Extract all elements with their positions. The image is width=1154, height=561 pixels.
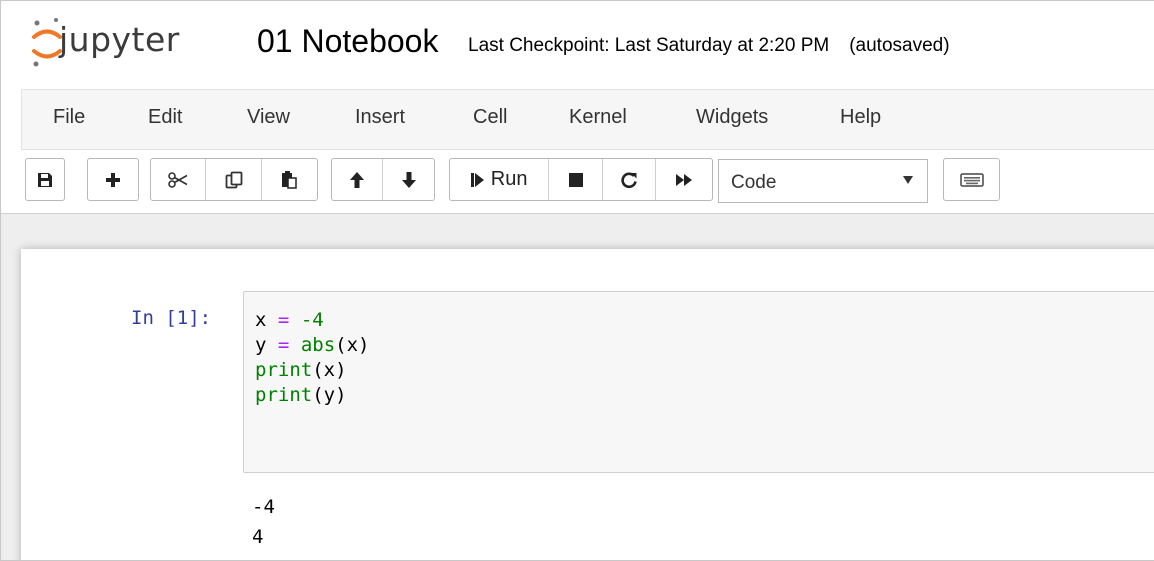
code-line: print(x) xyxy=(255,359,347,381)
menu-bar: File Edit View Insert Cell Kernel Widget… xyxy=(21,89,1154,150)
move-button-group xyxy=(331,158,435,201)
save-button[interactable] xyxy=(25,158,65,201)
copy-button[interactable] xyxy=(206,159,262,200)
code-line: x = -4 xyxy=(255,309,324,331)
scissors-icon xyxy=(168,171,188,188)
menu-cell[interactable]: Cell xyxy=(473,106,507,129)
run-button[interactable]: Run xyxy=(450,159,550,200)
cut-button[interactable] xyxy=(151,159,207,200)
keyboard-icon xyxy=(959,172,984,187)
cell-output: -4 4 xyxy=(252,492,275,552)
copy-icon xyxy=(225,171,242,188)
autosave-status: (autosaved) xyxy=(849,35,950,56)
output-line: -4 xyxy=(252,496,275,518)
checkpoint-status: Last Checkpoint: Last Saturday at 2:20 P… xyxy=(468,35,950,57)
cell-type-select[interactable]: Code xyxy=(718,159,928,203)
menu-insert[interactable]: Insert xyxy=(355,106,405,129)
menu-kernel[interactable]: Kernel xyxy=(569,106,627,129)
run-label: Run xyxy=(490,168,528,190)
menu-widgets[interactable]: Widgets xyxy=(696,106,768,129)
stop-icon xyxy=(568,172,583,187)
edit-button-group xyxy=(150,158,318,201)
input-prompt: In [1]: xyxy=(131,307,212,329)
restart-kernel-button[interactable] xyxy=(603,159,657,200)
notebook-title[interactable]: 01 Notebook xyxy=(257,23,438,60)
notebook-window: jupyter 01 Notebook Last Checkpoint: Las… xyxy=(0,0,1154,561)
refresh-icon xyxy=(621,172,637,188)
arrow-down-icon xyxy=(401,171,416,188)
paste-icon xyxy=(282,170,298,189)
arrow-up-icon xyxy=(350,171,364,188)
menu-view[interactable]: View xyxy=(247,106,290,129)
move-up-button[interactable] xyxy=(332,159,384,200)
jupyter-wordmark[interactable]: jupyter xyxy=(59,20,180,59)
cell-type-value: Code xyxy=(731,172,777,193)
header: jupyter 01 Notebook Last Checkpoint: Las… xyxy=(1,1,1154,87)
insert-cell-button[interactable] xyxy=(87,158,139,201)
menu-help[interactable]: Help xyxy=(840,106,881,129)
caret-down-icon xyxy=(903,176,913,184)
plus-icon xyxy=(106,172,120,187)
output-line: 4 xyxy=(252,526,264,548)
code-cell-input[interactable] xyxy=(243,291,1154,473)
command-palette-button[interactable] xyxy=(943,158,1000,201)
interrupt-kernel-button[interactable] xyxy=(549,159,603,200)
restart-run-all-button[interactable] xyxy=(656,159,712,200)
step-forward-icon xyxy=(470,172,484,187)
paste-button[interactable] xyxy=(262,159,317,200)
menu-file[interactable]: File xyxy=(53,106,85,129)
move-down-button[interactable] xyxy=(383,159,434,200)
run-button-group: Run xyxy=(449,158,713,201)
checkpoint-text: Last Checkpoint: Last Saturday at 2:20 P… xyxy=(468,35,830,56)
code-editor[interactable]: x = -4 y = abs(x) print(x) print(y) xyxy=(255,308,369,408)
fast-forward-icon xyxy=(676,173,693,186)
menu-edit[interactable]: Edit xyxy=(148,106,182,129)
save-icon xyxy=(38,172,52,187)
code-line: print(y) xyxy=(255,384,347,406)
code-line: y = abs(x) xyxy=(255,334,370,356)
